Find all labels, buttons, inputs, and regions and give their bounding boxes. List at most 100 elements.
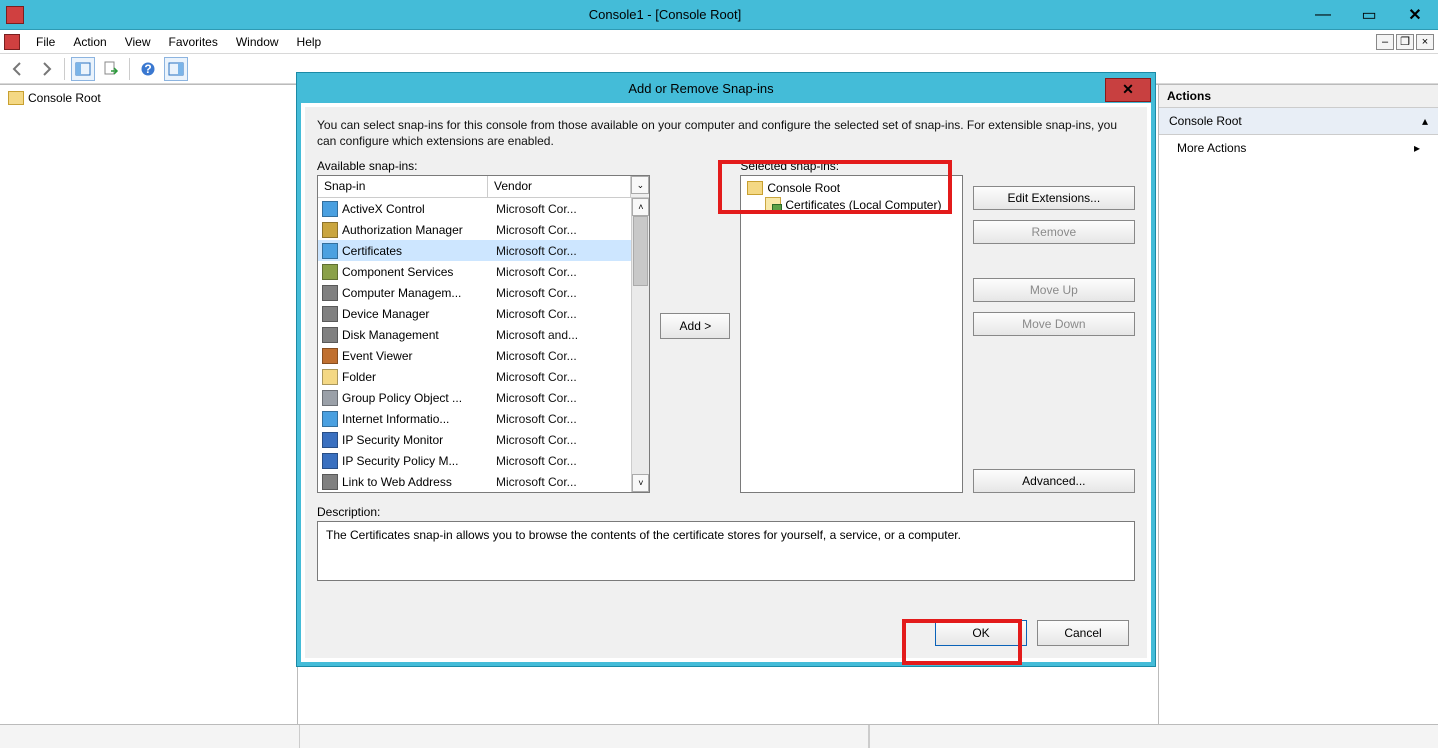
maximize-button[interactable]: ▭: [1346, 0, 1392, 29]
close-button[interactable]: ✕: [1392, 0, 1438, 29]
tree-pane[interactable]: Console Root: [0, 85, 298, 724]
dialog-close-button[interactable]: ✕: [1105, 78, 1151, 102]
list-item[interactable]: Component ServicesMicrosoft Cor...: [318, 261, 631, 282]
list-item[interactable]: Internet Informatio...Microsoft Cor...: [318, 408, 631, 429]
description-label: Description:: [317, 505, 1135, 519]
menu-favorites[interactable]: Favorites: [161, 32, 226, 52]
menu-help[interactable]: Help: [289, 32, 330, 52]
add-remove-snapins-dialog: Add or Remove Snap-ins ✕ You can select …: [296, 72, 1156, 667]
snapin-vendor: Microsoft Cor...: [496, 391, 627, 405]
list-item[interactable]: Authorization Manager Microsoft Cor...: [318, 219, 631, 240]
dialog-intro-text: You can select snap-ins for this console…: [317, 117, 1135, 149]
mdi-close-button[interactable]: ×: [1416, 34, 1434, 50]
snapin-icon: [322, 369, 338, 385]
dialog-title: Add or Remove Snap-ins: [297, 81, 1105, 96]
snapin-vendor: Microsoft and...: [496, 328, 627, 342]
selected-root-label: Console Root: [767, 181, 840, 195]
tree-root-node[interactable]: Console Root: [4, 89, 293, 107]
snapin-icon: [322, 432, 338, 448]
app-icon-small: [4, 34, 20, 50]
snapin-icon: [322, 306, 338, 322]
svg-text:?: ?: [144, 62, 151, 76]
list-item[interactable]: Event ViewerMicrosoft Cor...: [318, 345, 631, 366]
col-vendor[interactable]: Vendor: [488, 176, 631, 197]
selected-snapins-tree[interactable]: Console Root Certificates (Local Compute…: [740, 175, 962, 493]
selected-cert-node[interactable]: Certificates (Local Computer): [763, 196, 957, 214]
col-snapin[interactable]: Snap-in: [318, 176, 488, 197]
menubar: File Action View Favorites Window Help –…: [0, 30, 1438, 54]
mdi-restore-button[interactable]: ❐: [1396, 34, 1414, 50]
list-item[interactable]: FolderMicrosoft Cor...: [318, 366, 631, 387]
menu-window[interactable]: Window: [228, 32, 287, 52]
scroll-up-button[interactable]: ˄: [632, 198, 649, 216]
snapin-name: Link to Web Address: [342, 475, 492, 489]
selected-label: Selected snap-ins:: [740, 159, 962, 173]
snapin-icon: [322, 390, 338, 406]
titlebar: Console1 - [Console Root] — ▭ ✕: [0, 0, 1438, 30]
snapin-vendor: Microsoft Cor...: [496, 223, 627, 237]
ok-button[interactable]: OK: [935, 620, 1027, 646]
minimize-button[interactable]: —: [1300, 0, 1346, 29]
window-title: Console1 - [Console Root]: [30, 7, 1300, 22]
list-item[interactable]: Disk Management Microsoft and...: [318, 324, 631, 345]
snapin-icon: [322, 348, 338, 364]
show-hide-tree-button[interactable]: [71, 57, 95, 81]
snapin-vendor: Microsoft Cor...: [496, 475, 627, 489]
snapin-name: Certificates: [342, 244, 492, 258]
list-item[interactable]: ActiveX ControlMicrosoft Cor...: [318, 198, 631, 219]
folder-icon: [747, 181, 763, 195]
dialog-titlebar: Add or Remove Snap-ins ✕: [297, 73, 1155, 103]
export-list-button[interactable]: [99, 57, 123, 81]
snapin-vendor: Microsoft Cor...: [496, 265, 627, 279]
list-item[interactable]: Certificates Microsoft Cor...: [318, 240, 631, 261]
move-up-button[interactable]: Move Up: [973, 278, 1135, 302]
menu-action[interactable]: Action: [65, 32, 114, 52]
snapin-name: Folder: [342, 370, 492, 384]
add-button[interactable]: Add >: [660, 313, 730, 339]
snapin-name: Authorization Manager: [342, 223, 492, 237]
snapin-name: IP Security Policy M...: [342, 454, 492, 468]
scroll-thumb[interactable]: [633, 216, 648, 286]
list-item[interactable]: IP Security Policy M...Microsoft Cor...: [318, 450, 631, 471]
list-item[interactable]: Device ManagerMicrosoft Cor...: [318, 303, 631, 324]
snapin-icon: [322, 264, 338, 280]
scrollbar[interactable]: ˄ ˅: [631, 198, 649, 492]
snapin-vendor: Microsoft Cor...: [496, 286, 627, 300]
menu-view[interactable]: View: [117, 32, 159, 52]
snapin-vendor: Microsoft Cor...: [496, 412, 627, 426]
list-item[interactable]: Computer Managem...Microsoft Cor...: [318, 282, 631, 303]
snapin-vendor: Microsoft Cor...: [496, 244, 627, 258]
mdi-minimize-button[interactable]: –: [1376, 34, 1394, 50]
chevron-right-icon: ▸: [1414, 141, 1420, 155]
cancel-button[interactable]: Cancel: [1037, 620, 1129, 646]
snapin-name: Group Policy Object ...: [342, 391, 492, 405]
list-header: Snap-in Vendor ⌄: [318, 176, 649, 198]
back-button[interactable]: [6, 57, 30, 81]
snapin-name: Event Viewer: [342, 349, 492, 363]
edit-extensions-button[interactable]: Edit Extensions...: [973, 186, 1135, 210]
snapin-icon: [322, 327, 338, 343]
remove-button[interactable]: Remove: [973, 220, 1135, 244]
available-snapins-list[interactable]: Snap-in Vendor ⌄ ActiveX ControlMicrosof…: [317, 175, 650, 493]
selected-root-node[interactable]: Console Root: [745, 180, 957, 196]
list-item[interactable]: IP Security MonitorMicrosoft Cor...: [318, 429, 631, 450]
forward-button[interactable]: [34, 57, 58, 81]
scroll-down-header-icon: ⌄: [631, 176, 649, 194]
snapin-icon: [322, 201, 338, 217]
menu-file[interactable]: File: [28, 32, 63, 52]
snapin-icon: [322, 411, 338, 427]
actions-more[interactable]: More Actions ▸: [1159, 135, 1438, 161]
description-box: The Certificates snap-in allows you to b…: [317, 521, 1135, 581]
list-item[interactable]: Link to Web Address Microsoft Cor...: [318, 471, 631, 492]
show-hide-action-pane-button[interactable]: [164, 57, 188, 81]
list-item[interactable]: Group Policy Object ... Microsoft Cor...: [318, 387, 631, 408]
snapin-name: Disk Management: [342, 328, 492, 342]
snapin-icon: [322, 453, 338, 469]
move-down-button[interactable]: Move Down: [973, 312, 1135, 336]
available-label: Available snap-ins:: [317, 159, 650, 173]
snapin-icon: [322, 222, 338, 238]
scroll-down-button[interactable]: ˅: [632, 474, 649, 492]
actions-context[interactable]: Console Root ▴: [1159, 108, 1438, 135]
help-button[interactable]: ?: [136, 57, 160, 81]
advanced-button[interactable]: Advanced...: [973, 469, 1135, 493]
